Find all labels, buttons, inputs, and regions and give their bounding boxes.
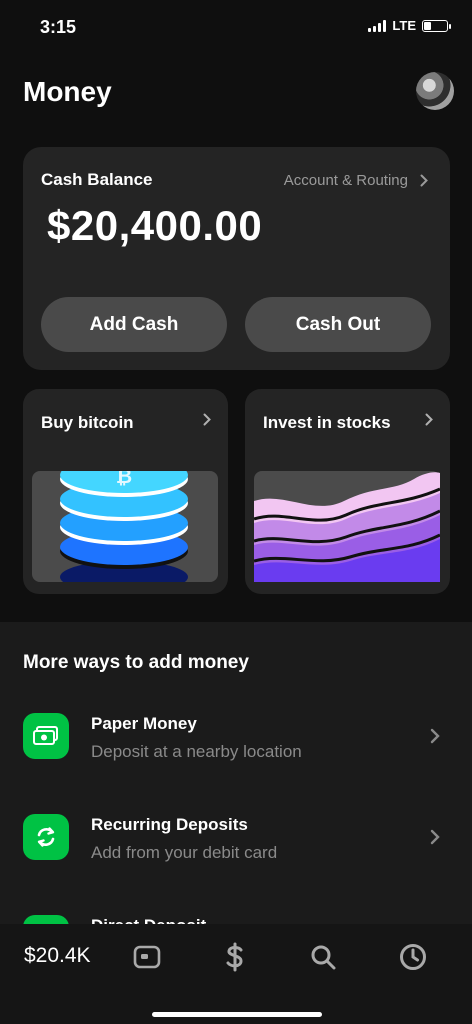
account-routing-link[interactable]: Account & Routing: [284, 172, 428, 189]
list-item-paper-money[interactable]: Paper Money Deposit at a nearby location: [0, 706, 472, 786]
home-indicator[interactable]: [152, 1012, 322, 1017]
list-item-title: Paper Money: [91, 714, 197, 733]
more-ways-title: More ways to add money: [23, 652, 249, 673]
chevron-right-icon: [430, 728, 440, 744]
bottom-tab-bar: $20.4K: [0, 924, 472, 1024]
buy-bitcoin-label: Buy bitcoin: [41, 413, 134, 432]
cash-balance-card: Cash Balance Account & Routing $20,400.0…: [23, 147, 450, 370]
list-item-subtitle: Deposit at a nearby location: [91, 742, 302, 761]
list-item-recurring-deposits[interactable]: Recurring Deposits Add from your debit c…: [0, 807, 472, 887]
clock-icon[interactable]: [398, 942, 428, 972]
status-time: 3:15: [40, 17, 77, 37]
chevron-right-icon: [420, 174, 428, 187]
search-icon[interactable]: [308, 942, 338, 972]
cash-icon: [23, 713, 69, 759]
chevron-right-icon: [430, 829, 440, 845]
stocks-wave-illustration: [254, 471, 440, 582]
battery-icon: [422, 19, 451, 32]
account-routing-label: Account & Routing: [283, 172, 408, 189]
status-indicators: LTE: [368, 18, 451, 33]
buy-bitcoin-tile[interactable]: Buy bitcoin ₿: [23, 389, 228, 594]
signal-icon: [368, 19, 387, 32]
network-label: LTE: [392, 18, 416, 33]
card-icon[interactable]: [132, 942, 162, 972]
bitcoin-coin-stack-illustration: ₿: [32, 471, 218, 582]
cash-balance-amount: $20,400.00: [47, 202, 263, 249]
invest-stocks-label: Invest in stocks: [263, 413, 391, 432]
dollar-icon[interactable]: [220, 942, 250, 972]
tab-balance[interactable]: $20.4K: [24, 944, 91, 968]
svg-text:₿: ₿: [116, 471, 132, 488]
list-item-title: Recurring Deposits: [91, 815, 248, 834]
page-title: Money: [23, 76, 112, 107]
cash-balance-label: Cash Balance: [41, 170, 153, 189]
recurring-icon: [23, 814, 69, 860]
invest-stocks-tile[interactable]: Invest in stocks: [245, 389, 450, 594]
cash-out-button[interactable]: Cash Out: [245, 297, 431, 352]
avatar[interactable]: [416, 72, 454, 110]
chevron-right-icon: [203, 413, 211, 426]
chevron-right-icon: [425, 413, 433, 426]
list-item-subtitle: Add from your debit card: [91, 843, 278, 862]
add-cash-button[interactable]: Add Cash: [41, 297, 227, 352]
